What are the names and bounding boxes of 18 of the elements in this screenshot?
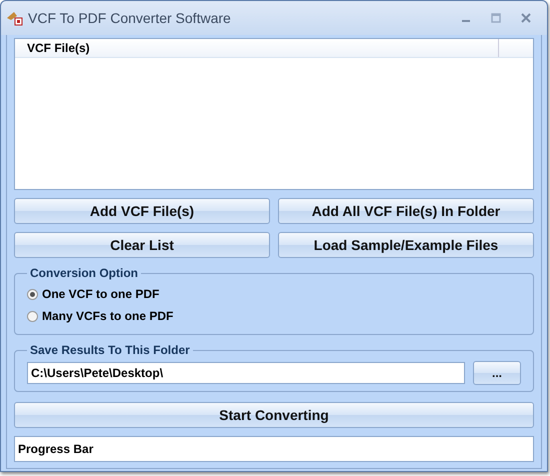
folder-path-field[interactable]: C:\Users\Pete\Desktop\: [27, 362, 465, 384]
group-title: Save Results To This Folder: [29, 343, 191, 357]
radio-option[interactable]: One VCF to one PDF: [27, 284, 521, 304]
window-title: VCF To PDF Converter Software: [28, 10, 232, 26]
action-button[interactable]: Add All VCF File(s) In Folder: [278, 198, 534, 224]
radio-icon[interactable]: [27, 288, 38, 300]
file-list[interactable]: VCF File(s): [14, 38, 534, 190]
close-icon[interactable]: [520, 12, 532, 24]
browse-button[interactable]: ...: [473, 361, 521, 385]
start-converting-button[interactable]: Start Converting: [14, 402, 534, 428]
radio-option[interactable]: Many VCFs to one PDF: [27, 306, 521, 326]
group-title: Conversion Option: [29, 266, 139, 280]
action-button[interactable]: Add VCF File(s): [14, 198, 270, 224]
radio-icon[interactable]: [27, 310, 38, 322]
maximize-icon[interactable]: [490, 12, 502, 24]
action-button[interactable]: Load Sample/Example Files: [278, 232, 534, 258]
action-button[interactable]: Clear List: [14, 232, 270, 258]
app-icon: [6, 10, 24, 26]
